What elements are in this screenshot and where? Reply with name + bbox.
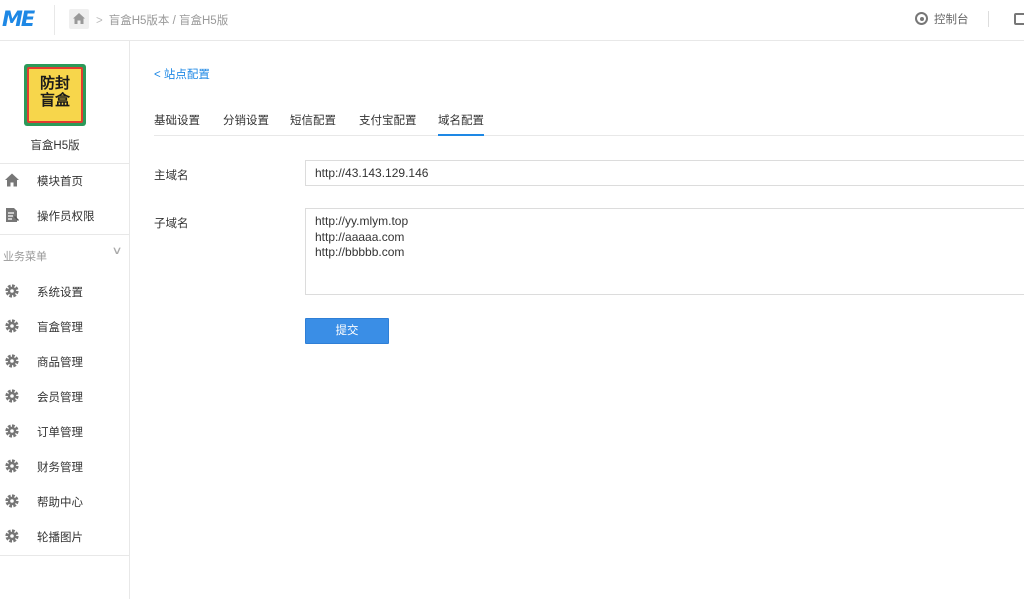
home-icon [5,173,19,187]
sidebar-item-module-home[interactable]: 模块首页 [0,163,130,197]
sub-domain-label: 子域名 [154,218,189,230]
sidebar-divider [0,555,130,556]
sidebar-item-product-management[interactable]: 商品管理 [0,344,130,378]
gear-icon [5,529,19,543]
sidebar-item-label: 模块首页 [37,176,83,188]
chevron-right-icon: > [96,15,103,27]
edit-doc-icon [6,208,19,222]
chevron-left-icon: < [154,69,161,81]
back-link-site-config[interactable]: < 站点配置 [154,66,210,82]
sidebar-item-carousel-images[interactable]: 轮播图片 [0,519,130,553]
brand-logo: 防封 盲盒 [24,64,86,126]
sidebar-item-label: 盲盒管理 [37,322,83,334]
console-link[interactable]: 控制台 [915,11,969,27]
sidebar-item-label: 操作员权限 [37,211,95,223]
sidebar-item-label: 轮播图片 [37,532,83,544]
brand-logo-line-1: 防封 [39,74,70,92]
header-divider-right [988,11,989,27]
header-divider [54,5,55,35]
sidebar-item-label: 系统设置 [37,287,83,299]
gear-icon [5,389,19,403]
settings-tabs: 基础设置 分销设置 短信配置 支付宝配置 域名配置 [154,101,1024,136]
submit-button[interactable]: 提交 [305,318,389,344]
sub-domain-line: http://yy.mlym.top [315,214,409,228]
sidebar-item-blindbox-management[interactable]: 盲盒管理 [0,309,130,343]
sidebar-item-label: 会员管理 [37,392,83,404]
breadcrumb-text[interactable]: 盲盒H5版本 / 盲盒H5版 [109,15,229,27]
gear-icon [5,284,19,298]
tab-sms-config[interactable]: 短信配置 [290,112,336,136]
tab-domain-config[interactable]: 域名配置 [438,112,484,136]
tab-distribution-settings[interactable]: 分销设置 [223,112,269,136]
sidebar-item-help-center[interactable]: 帮助中心 [0,484,130,518]
sidebar-item-order-management[interactable]: 订单管理 [0,414,130,448]
top-header: ME > 盲盒H5版本 / 盲盒H5版 控制台 [0,0,1024,41]
sidebar-item-operator-permissions[interactable]: 操作员权限 [0,198,130,232]
brand-logo-line-2: 盲盒 [39,91,70,109]
home-icon [73,13,85,24]
gear-icon [5,494,19,508]
sidebar-item-label: 订单管理 [37,427,83,439]
sidebar-item-label: 帮助中心 [37,497,83,509]
gear-icon [5,354,19,368]
sidebar-item-label: 财务管理 [37,462,83,474]
sub-domain-line: http://bbbbb.com [315,245,405,259]
back-link-label: 站点配置 [163,69,210,81]
console-icon [915,12,928,25]
console-label: 控制台 [934,14,969,26]
sidebar-divider [0,234,130,235]
sub-domain-textarea[interactable]: http://yy.mlym.top http://aaaaa.com http… [305,208,1024,295]
sidebar-item-finance-management[interactable]: 财务管理 [0,449,130,483]
window-icon[interactable] [1014,13,1024,25]
brand-name: 盲盒H5版 [30,140,80,152]
tab-basic-settings[interactable]: 基础设置 [154,112,200,136]
section-title-business-menu[interactable]: 业务菜单 [3,248,47,264]
gear-icon [5,319,19,333]
tab-alipay-config[interactable]: 支付宝配置 [359,112,417,136]
breadcrumb: > 盲盒H5版本 / 盲盒H5版 [96,12,228,28]
gear-icon [5,424,19,438]
sidebar: 防封 盲盒 盲盒H5版 模块首页 操作员权限 业务菜单 ∨ 系统设置 盲盒管理 … [0,41,130,599]
sub-domain-line: http://aaaaa.com [315,229,405,244]
main-domain-input[interactable] [305,160,1024,186]
home-button[interactable] [69,9,89,29]
chevron-down-icon[interactable]: ∨ [111,244,122,257]
main-domain-label: 主域名 [154,170,189,182]
sidebar-item-member-management[interactable]: 会员管理 [0,379,130,413]
app-logo[interactable]: ME [2,7,35,31]
gear-icon [5,459,19,473]
sidebar-item-label: 商品管理 [37,357,83,369]
sidebar-item-system-settings[interactable]: 系统设置 [0,274,130,308]
